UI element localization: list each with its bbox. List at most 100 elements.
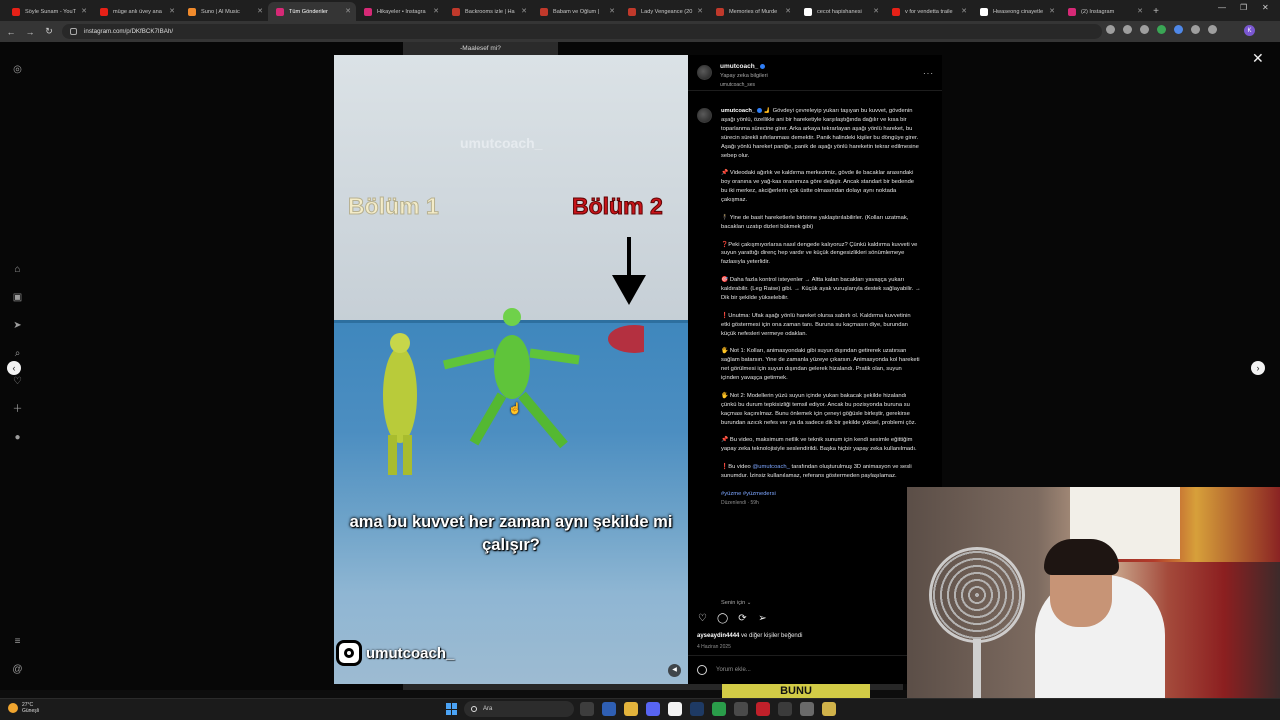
previous-post-button[interactable]: ‹ <box>7 361 21 375</box>
hashtags[interactable]: #yüzme #yüzmedersi <box>721 490 921 499</box>
browser-tab[interactable]: Babam ve Oğlum | ✕ <box>532 2 620 21</box>
comment-icon[interactable]: ◯ <box>717 613 728 624</box>
tab-close-icon[interactable]: ✕ <box>169 7 175 15</box>
video-watermark: umutcoach_ <box>460 135 543 151</box>
person-hair <box>1044 539 1119 575</box>
browser-tab[interactable]: Söyle Sunam - YouT ✕ <box>4 2 92 21</box>
task-view-icon[interactable] <box>580 702 594 716</box>
mention-link[interactable]: @umutcoach_ <box>752 464 789 470</box>
app-icon[interactable] <box>756 702 770 716</box>
close-modal-icon[interactable]: ✕ <box>1252 50 1264 67</box>
xbox-icon[interactable] <box>712 702 726 716</box>
swimmer-models <box>383 308 644 475</box>
minimize-icon[interactable]: — <box>1218 3 1226 12</box>
like-icon[interactable]: ♡ <box>697 613 708 624</box>
browser-tab[interactable]: müge anlı üvey ana ✕ <box>92 2 180 21</box>
browser-tab[interactable]: v for vendetta traile ✕ <box>884 2 972 21</box>
tab-close-icon[interactable]: ✕ <box>785 7 791 15</box>
discord-icon[interactable] <box>646 702 660 716</box>
address-bar[interactable]: instagram.com/p/DKfBCK7IBAh/ <box>62 24 1102 39</box>
tab-close-icon[interactable]: ✕ <box>609 7 615 15</box>
puzzle-icon[interactable] <box>1191 25 1200 34</box>
browser-tab[interactable]: Hikayeler • Instagra ✕ <box>356 2 444 21</box>
new-tab-button[interactable]: + <box>1148 2 1164 21</box>
browser-tab[interactable]: Suno | AI Music ✕ <box>180 2 268 21</box>
search-icon[interactable]: ⌕ <box>12 348 23 359</box>
profile-avatar[interactable]: K <box>1244 25 1255 36</box>
close-window-icon[interactable]: ✕ <box>1262 3 1269 12</box>
extension-icon[interactable] <box>1174 25 1183 34</box>
for-you-toggle[interactable]: Senin için ⌄ <box>721 600 752 606</box>
tab-label: müge anlı üvey ana <box>113 8 162 15</box>
menu-icon[interactable]: ≡ <box>12 636 23 647</box>
tab-close-icon[interactable]: ✕ <box>961 7 967 15</box>
back-icon[interactable]: ← <box>3 24 19 40</box>
tab-close-icon[interactable]: ✕ <box>433 7 439 15</box>
browser-tab[interactable]: (2) Instagram ✕ <box>1060 2 1148 21</box>
app-icon[interactable] <box>822 702 836 716</box>
repost-icon[interactable]: ⟳ <box>737 613 748 624</box>
tab-favicon-icon <box>12 8 20 16</box>
tab-close-icon[interactable]: ✕ <box>81 7 87 15</box>
app-icon[interactable] <box>778 702 792 716</box>
tab-close-icon[interactable]: ✕ <box>697 7 703 15</box>
create-icon[interactable]: ＋ <box>12 404 23 415</box>
tab-close-icon[interactable]: ✕ <box>1049 7 1055 15</box>
settings-icon[interactable] <box>734 702 748 716</box>
download-icon[interactable] <box>1208 25 1217 34</box>
weather-widget[interactable]: 27°C Güneşli <box>8 702 39 714</box>
emoji-icon[interactable] <box>697 665 707 675</box>
comment-input[interactable]: Yorum ekle... <box>716 667 751 673</box>
maximize-icon[interactable]: ❐ <box>1240 3 1247 12</box>
more-options-icon[interactable]: ··· <box>923 69 934 78</box>
browser-tab[interactable]: Backrooms izle | Ha ✕ <box>444 2 532 21</box>
tab-favicon-icon <box>276 8 284 16</box>
instagram-logo-icon[interactable]: ◎ <box>12 64 23 75</box>
author-username[interactable]: umutcoach_ <box>720 63 766 70</box>
tab-close-icon[interactable]: ✕ <box>1137 7 1143 15</box>
cast-icon[interactable] <box>1106 25 1115 34</box>
widgets-icon[interactable] <box>602 702 616 716</box>
chrome-icon[interactable] <box>668 702 682 716</box>
taskbar-search[interactable]: Ara <box>464 701 574 717</box>
mute-button[interactable]: ◀ <box>668 664 681 677</box>
tab-close-icon[interactable]: ✕ <box>873 7 879 15</box>
star-icon[interactable] <box>1140 25 1149 34</box>
file-explorer-icon[interactable] <box>624 702 638 716</box>
profile-icon[interactable]: ● <box>12 432 23 443</box>
browser-tab[interactable]: Lady Vengeance (20 ✕ <box>620 2 708 21</box>
notifications-icon[interactable]: ♡ <box>12 376 23 387</box>
reels-icon[interactable]: ▣ <box>12 292 23 303</box>
author-avatar[interactable] <box>697 65 712 80</box>
browser-tab[interactable]: Hwaseong cinayetle ✕ <box>972 2 1060 21</box>
tab-close-icon[interactable]: ✕ <box>521 7 527 15</box>
previous-video-caption: -Maalesef mi? <box>403 42 558 55</box>
browser-tab[interactable]: cecot hapishanesi ✕ <box>796 2 884 21</box>
messages-icon[interactable]: ➤ <box>12 320 23 331</box>
caption-avatar[interactable] <box>697 108 712 123</box>
app-icon[interactable] <box>800 702 814 716</box>
audio-label[interactable]: umutcoach_ses <box>720 82 755 88</box>
eye-off-icon[interactable] <box>1123 25 1132 34</box>
forward-icon[interactable]: → <box>22 24 38 40</box>
tab-favicon-icon <box>980 8 988 16</box>
reload-icon[interactable]: ↻ <box>41 24 57 40</box>
threads-icon[interactable]: @ <box>12 664 23 675</box>
site-info-icon[interactable] <box>70 28 77 35</box>
tab-favicon-icon <box>188 8 196 16</box>
browser-tab[interactable]: Memories of Murde ✕ <box>708 2 796 21</box>
caption-username[interactable]: umutcoach_ <box>721 108 755 114</box>
next-post-button[interactable]: › <box>1251 361 1265 375</box>
share-icon[interactable]: ➢ <box>757 613 768 624</box>
tab-favicon-icon <box>452 8 460 16</box>
steam-icon[interactable] <box>690 702 704 716</box>
tab-close-icon[interactable]: ✕ <box>257 7 263 15</box>
home-icon[interactable]: ⌂ <box>12 264 23 275</box>
ai-info-label[interactable]: Yapay zeka bilgileri <box>720 73 768 79</box>
reel-video[interactable]: umutcoach_ Bölüm 1 Bölüm 2 ☝ ama bu kuvv… <box>334 55 688 684</box>
start-button[interactable] <box>446 703 458 715</box>
extension-icon[interactable] <box>1157 25 1166 34</box>
tab-close-icon[interactable]: ✕ <box>345 7 351 15</box>
likes-summary[interactable]: ayseaydin4444 ve diğer kişiler beğendi <box>697 633 802 639</box>
browser-tab[interactable]: Tüm Gönderiler ✕ <box>268 2 356 21</box>
